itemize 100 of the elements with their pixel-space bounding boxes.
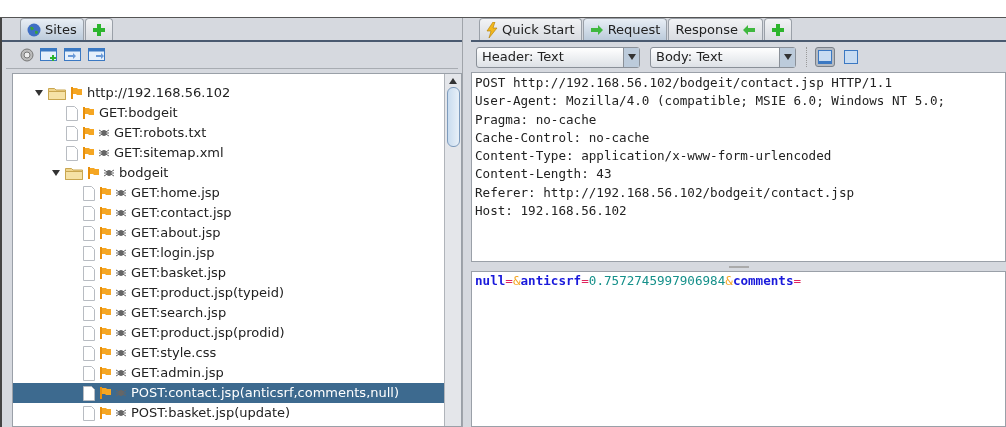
tree-item[interactable]: POST:contact.jsp(anticsrf,comments,null) [13, 383, 444, 403]
tree-item-label: http://192.168.56.102 [87, 84, 231, 103]
tree-item-label: GET:sitemap.xml [114, 144, 224, 163]
flag-icon [100, 327, 111, 339]
flag-icon [100, 287, 111, 299]
flag-icon [100, 387, 111, 399]
header-line: User-Agent: Mozilla/4.0 (compatible; MSIE 6.0; Windows NT 5.0; [475, 92, 947, 111]
tree-item-label: GET:login.jsp [131, 244, 215, 263]
target-icon[interactable] [20, 48, 34, 62]
flag-icon [83, 127, 94, 139]
split-view-button[interactable] [815, 47, 835, 67]
left-arrow-icon [741, 24, 756, 35]
tab[interactable]: Request [582, 18, 668, 40]
tree-item[interactable]: GET:sitemap.xml [13, 143, 444, 163]
tab[interactable] [84, 18, 113, 40]
document-icon [83, 185, 95, 201]
flag-icon [100, 407, 111, 419]
flag-icon [100, 367, 111, 379]
scrollbar[interactable] [444, 74, 461, 426]
document-icon [83, 285, 95, 301]
view-dropdown[interactable]: Header: Text [476, 46, 640, 68]
flag-icon [100, 307, 111, 319]
document-icon [83, 225, 95, 241]
tree-item[interactable]: http://192.168.56.102 [13, 83, 444, 103]
tree-item[interactable]: GET:admin.jsp [13, 363, 444, 383]
flag-icon [83, 107, 94, 119]
folder-icon [48, 86, 66, 100]
document-icon [83, 325, 95, 341]
lightning-icon [486, 21, 498, 38]
tab[interactable]: Response [668, 18, 763, 40]
new-window-icon[interactable] [40, 48, 58, 62]
add-icon [770, 22, 785, 37]
globe-icon [27, 22, 41, 37]
document-icon [66, 145, 78, 161]
tree-item[interactable]: GET:basket.jsp [13, 263, 444, 283]
tree-item[interactable]: GET:bodgeit [13, 103, 444, 123]
tree-item-label: GET:product.jsp(prodid) [131, 324, 285, 343]
flag-icon [100, 187, 111, 199]
document-icon [83, 405, 95, 421]
flag-icon [100, 247, 111, 259]
document-icon [83, 245, 95, 261]
tab[interactable]: Sites [20, 18, 84, 40]
header-line: Cache-Control: no-cache [475, 128, 651, 147]
document-icon [83, 305, 95, 321]
tree-item-label: GET:bodgeit [99, 104, 178, 123]
add-icon [91, 22, 106, 37]
document-icon [83, 345, 95, 361]
document-icon [83, 385, 95, 401]
flag-icon [100, 207, 111, 219]
flag-icon [100, 227, 111, 239]
tree-item-label: POST:contact.jsp(anticsrf,comments,null) [131, 384, 400, 403]
document-icon [66, 105, 78, 121]
tree-item[interactable]: GET:login.jsp [13, 243, 444, 263]
tree-item[interactable]: bodgeit [13, 163, 444, 183]
tree-item-label: GET:about.jsp [131, 224, 221, 243]
document-icon [66, 125, 78, 141]
tree-item[interactable]: GET:search.jsp [13, 303, 444, 323]
header-line: POST http://192.168.56.102/bodgeit/contact.jsp HTTP/1.1 [475, 74, 893, 92]
header-text-area[interactable] [471, 72, 1006, 262]
import-icon[interactable] [64, 48, 82, 62]
export-icon[interactable] [88, 48, 106, 62]
tree-item-label: GET:admin.jsp [131, 364, 224, 383]
body-text-area[interactable]: null=&anticsrf=0.7572745997906984&comments= [471, 271, 1006, 427]
document-icon [83, 265, 95, 281]
tab[interactable] [763, 18, 792, 40]
view-dropdown[interactable]: Body: Text [650, 46, 796, 68]
flag-icon [88, 167, 99, 179]
caret-icon [623, 47, 639, 67]
tree-item[interactable]: GET:about.jsp [13, 223, 444, 243]
tree-item-label: GET:style.css [131, 344, 217, 363]
tree-item-label: bodgeit [119, 164, 169, 183]
folder-icon [65, 166, 83, 180]
flag-icon [100, 347, 111, 359]
header-line: Content-Length: 43 [475, 165, 613, 184]
header-line: Referer: http://192.168.56.102/bodgeit/contact.jsp [475, 183, 856, 202]
body-line: null=&anticsrf=0.7572745997906984&comments= [475, 272, 803, 290]
caret-icon [779, 47, 795, 67]
single-view-button[interactable] [841, 47, 861, 67]
header-line: Pragma: no-cache [475, 110, 598, 129]
tree-item[interactable]: GET:product.jsp(prodid) [13, 323, 444, 343]
tree-item[interactable]: GET:robots.txt [13, 123, 444, 143]
flag-icon [100, 267, 111, 279]
tree-item[interactable]: GET:home.jsp [13, 183, 444, 203]
tab[interactable]: Quick Start [479, 18, 582, 40]
tree-item-label: GET:contact.jsp [131, 204, 232, 223]
scrollbar-thumb[interactable] [446, 87, 460, 147]
tree-item[interactable]: GET:contact.jsp [13, 203, 444, 223]
tree-item[interactable]: GET:product.jsp(typeid) [13, 283, 444, 303]
tree-item[interactable]: POST:basket.jsp(update) [13, 403, 444, 423]
document-icon [83, 365, 95, 381]
tree-item-label: GET:product.jsp(typeid) [131, 284, 284, 303]
tree-item[interactable]: GET:style.css [13, 343, 444, 363]
tree-item-label: GET:search.jsp [131, 304, 227, 323]
flag-icon [83, 147, 94, 159]
document-icon [83, 205, 95, 221]
header-line: Content-Type: application/x-www-form-urlencoded [475, 147, 833, 166]
tree-item-label: GET:robots.txt [114, 124, 207, 143]
tree-item-label: GET:basket.jsp [131, 264, 227, 283]
header-line: Host: 192.168.56.102 [475, 202, 628, 221]
scroll-up-icon [449, 77, 457, 85]
